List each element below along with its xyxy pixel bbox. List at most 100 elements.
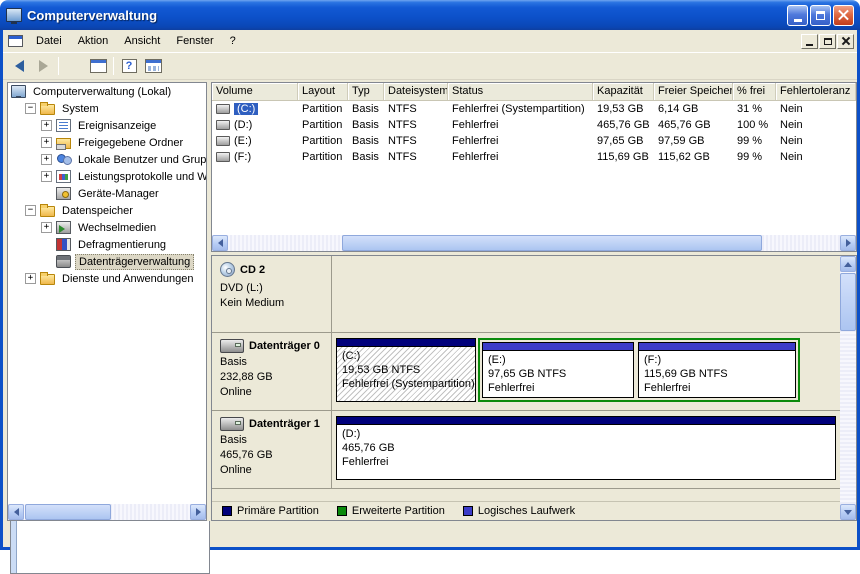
volume-list-horizontal-scrollbar[interactable] bbox=[212, 235, 856, 251]
disk0-row[interactable]: Datenträger 0 Basis 232,88 GB Online (C:… bbox=[212, 333, 840, 411]
cell-dateisystem: NTFS bbox=[388, 135, 417, 147]
folder-icon bbox=[40, 272, 55, 285]
table-row-e[interactable]: (E:) Partition Basis NTFS Fehlerfrei 97,… bbox=[212, 133, 856, 149]
sidebar-item-lokale-benutzer[interactable]: + Lokale Benutzer und Gruppen bbox=[8, 151, 206, 168]
cell-dateisystem: NTFS bbox=[388, 119, 417, 131]
mdi-close-button[interactable] bbox=[837, 33, 854, 49]
cell-freier-speicher: 115,62 GB bbox=[658, 151, 710, 163]
sidebar-item-label: System bbox=[62, 102, 99, 115]
expand-expander[interactable]: + bbox=[41, 120, 52, 131]
expand-expander[interactable]: + bbox=[41, 222, 52, 233]
scroll-up-button[interactable] bbox=[840, 256, 856, 272]
column-header-typ[interactable]: Typ bbox=[348, 83, 384, 100]
table-row-c[interactable]: (C:) Partition Basis NTFS Fehlerfrei (Sy… bbox=[212, 101, 856, 117]
menu-aktion[interactable]: Aktion bbox=[70, 32, 117, 50]
menu-hilfe[interactable]: ? bbox=[222, 32, 244, 50]
cell-fehlertoleranz: Nein bbox=[780, 151, 803, 163]
sidebar-item-leistungsprotokolle[interactable]: + Leistungsprotokolle und Warnungen bbox=[8, 168, 206, 185]
close-button[interactable] bbox=[833, 4, 854, 26]
column-header-freier-speicher[interactable]: Freier Speicher bbox=[654, 83, 733, 100]
legend-item-logisch: Logisches Laufwerk bbox=[462, 505, 575, 517]
partition-label: (F:) bbox=[644, 354, 662, 366]
tree-horizontal-scrollbar[interactable] bbox=[8, 504, 206, 520]
sidebar-item-geraete-manager[interactable]: Geräte-Manager bbox=[8, 185, 206, 202]
cd-drive-row[interactable]: CD 2 DVD (L:) Kein Medium bbox=[212, 256, 840, 333]
sidebar-item-defragmentierung[interactable]: Defragmentierung bbox=[8, 236, 206, 253]
views-button[interactable] bbox=[141, 55, 165, 77]
expand-expander[interactable]: + bbox=[41, 154, 52, 165]
cell-status: Fehlerfrei bbox=[452, 151, 499, 163]
collapse-expander[interactable]: − bbox=[25, 205, 36, 216]
menu-datei[interactable]: Datei bbox=[28, 32, 70, 50]
partition-f[interactable]: (F:) 115,69 GB NTFS Fehlerfrei bbox=[638, 342, 796, 398]
column-header-dateisystem[interactable]: Dateisystem bbox=[384, 83, 448, 100]
scroll-left-button[interactable] bbox=[212, 235, 228, 251]
scroll-thumb[interactable] bbox=[342, 235, 762, 251]
scroll-left-button[interactable] bbox=[8, 504, 24, 520]
partition-e[interactable]: (E:) 97,65 GB NTFS Fehlerfrei bbox=[482, 342, 634, 398]
cell-prozent-frei: 99 % bbox=[737, 151, 763, 163]
expand-expander[interactable]: + bbox=[41, 137, 52, 148]
cd-name: CD 2 bbox=[240, 263, 266, 276]
column-header-status[interactable]: Status bbox=[448, 83, 593, 100]
partition-d[interactable]: (D:) 465,76 GB Fehlerfrei bbox=[336, 416, 836, 480]
scroll-right-button[interactable] bbox=[190, 504, 206, 520]
scroll-right-button[interactable] bbox=[840, 235, 856, 251]
maximize-button[interactable] bbox=[810, 4, 831, 26]
expand-expander[interactable]: + bbox=[25, 273, 36, 284]
sidebar-item-label: Lokale Benutzer und Gruppen bbox=[78, 153, 207, 166]
title-bar: Computerverwaltung bbox=[0, 0, 860, 30]
cell-kapazitaet: 115,69 GB bbox=[597, 151, 649, 163]
collapse-expander[interactable]: − bbox=[25, 103, 36, 114]
cd-drive-info[interactable]: CD 2 DVD (L:) Kein Medium bbox=[212, 256, 332, 332]
volume-table-header: Volume Layout Typ Dateisystem Status Kap… bbox=[212, 83, 856, 101]
cell-freier-speicher: 6,14 GB bbox=[658, 103, 699, 115]
sidebar-item-wechselmedien[interactable]: + Wechselmedien bbox=[8, 219, 206, 236]
sidebar-item-computerverwaltung[interactable]: Computerverwaltung (Lokal) bbox=[8, 83, 206, 100]
legend-label: Erweiterte Partition bbox=[351, 505, 445, 517]
folder-icon bbox=[40, 204, 55, 217]
minimize-button[interactable] bbox=[787, 4, 808, 26]
expand-expander[interactable]: + bbox=[41, 171, 52, 182]
scroll-thumb[interactable] bbox=[840, 273, 856, 331]
sidebar-item-dienste[interactable]: + Dienste und Anwendungen bbox=[8, 270, 206, 287]
console-icon bbox=[8, 35, 23, 47]
table-row-d[interactable]: (D:) Partition Basis NTFS Fehlerfrei 465… bbox=[212, 117, 856, 133]
cell-fehlertoleranz: Nein bbox=[780, 103, 803, 115]
disk-name: Datenträger 0 bbox=[249, 340, 320, 352]
cell-typ: Basis bbox=[352, 119, 379, 131]
sidebar-item-freigegebene-ordner[interactable]: + Freigegebene Ordner bbox=[8, 134, 206, 151]
sidebar-item-system[interactable]: − System bbox=[8, 100, 206, 117]
disk-icon bbox=[220, 339, 244, 353]
sidebar-item-datenspeicher[interactable]: − Datenspeicher bbox=[8, 202, 206, 219]
column-header-fehlertoleranz[interactable]: Fehlertoleranz bbox=[776, 83, 856, 100]
sidebar-item-ereignisanzeige[interactable]: + Ereignisanzeige bbox=[8, 117, 206, 134]
disk1-strip-area: (D:) 465,76 GB Fehlerfrei bbox=[332, 411, 840, 488]
back-button[interactable] bbox=[7, 55, 31, 77]
table-row-f[interactable]: (F:) Partition Basis NTFS Fehlerfrei 115… bbox=[212, 149, 856, 165]
forward-button[interactable] bbox=[31, 55, 55, 77]
graphical-view-vertical-scrollbar[interactable] bbox=[840, 256, 856, 520]
disk1-info[interactable]: Datenträger 1 Basis 465,76 GB Online bbox=[212, 411, 332, 488]
cell-typ: Basis bbox=[352, 135, 379, 147]
menu-ansicht[interactable]: Ansicht bbox=[116, 32, 168, 50]
menu-fenster[interactable]: Fenster bbox=[168, 32, 221, 50]
sidebar-item-datentraegerverwaltung[interactable]: Datenträgerverwaltung bbox=[8, 253, 206, 270]
partition-c[interactable]: (C:) 19,53 GB NTFS Fehlerfrei (Systempar… bbox=[336, 338, 476, 402]
column-header-prozent-frei[interactable]: % frei bbox=[733, 83, 776, 100]
scroll-thumb[interactable] bbox=[25, 504, 111, 520]
disk1-row[interactable]: Datenträger 1 Basis 465,76 GB Online (D:… bbox=[212, 411, 840, 489]
logical-drive-swatch bbox=[462, 506, 473, 516]
column-header-kapazitaet[interactable]: Kapazität bbox=[593, 83, 654, 100]
mdi-minimize-button[interactable] bbox=[801, 33, 818, 49]
column-header-layout[interactable]: Layout bbox=[298, 83, 348, 100]
mdi-restore-button[interactable] bbox=[819, 33, 836, 49]
disk0-info[interactable]: Datenträger 0 Basis 232,88 GB Online bbox=[212, 333, 332, 410]
partition-size: 19,53 GB NTFS bbox=[342, 364, 421, 376]
show-tree-button[interactable] bbox=[10, 55, 210, 574]
properties-button[interactable] bbox=[86, 55, 110, 77]
cell-kapazitaet: 19,53 GB bbox=[597, 103, 644, 115]
scroll-down-button[interactable] bbox=[840, 504, 856, 520]
column-header-volume[interactable]: Volume bbox=[212, 83, 298, 100]
help-button[interactable]: ? bbox=[117, 55, 141, 77]
